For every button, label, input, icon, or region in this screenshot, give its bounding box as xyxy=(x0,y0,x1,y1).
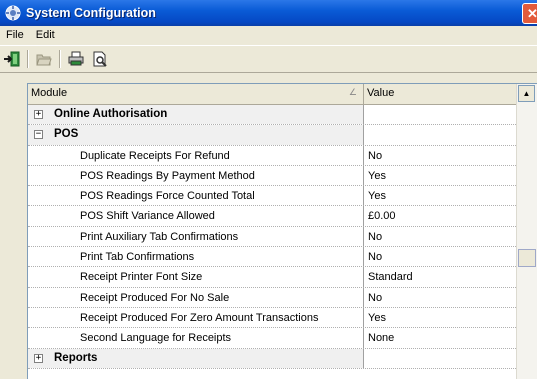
setting-row[interactable]: Second Language for Receipts None xyxy=(28,328,518,349)
module-cell: POS Shift Variance Allowed xyxy=(28,206,364,226)
group-label: POS xyxy=(54,128,79,141)
menu-bar: File Edit xyxy=(0,26,537,44)
setting-value[interactable]: Yes xyxy=(364,308,518,327)
setting-name: POS Readings Force Counted Total xyxy=(80,190,255,203)
group-row-online-authorisation[interactable]: + Online Authorisation xyxy=(28,105,518,126)
setting-name: Print Auxiliary Tab Confirmations xyxy=(80,230,239,243)
setting-value[interactable]: No xyxy=(364,247,518,266)
app-icon xyxy=(5,5,21,21)
setting-row[interactable]: POS Readings Force Counted Total Yes xyxy=(28,186,518,207)
print-preview-button[interactable] xyxy=(88,48,112,70)
setting-row[interactable]: POS Readings By Payment Method Yes xyxy=(28,165,518,187)
group-row-pos[interactable]: − POS xyxy=(28,125,518,146)
module-cell: + Reports xyxy=(28,348,364,368)
system-configuration-window: System Configuration ✕ File Edit Module … xyxy=(0,0,537,379)
setting-row[interactable]: Receipt Produced For Zero Amount Transac… xyxy=(28,307,518,329)
setting-value[interactable]: No xyxy=(364,288,518,307)
module-cell: Second Language for Receipts xyxy=(28,328,364,348)
sort-indicator-icon: ∠ xyxy=(348,87,357,97)
module-cell: POS Readings By Payment Method xyxy=(28,165,364,186)
setting-value[interactable]: No xyxy=(364,227,518,246)
column-header-module[interactable]: Module ∠ xyxy=(28,84,364,104)
toolbar xyxy=(0,45,537,73)
value-cell xyxy=(364,105,518,125)
print-button[interactable] xyxy=(64,48,88,70)
setting-name: Receipt Printer Font Size xyxy=(80,271,203,284)
scroll-up-button[interactable]: ▲ xyxy=(518,85,535,102)
exit-icon xyxy=(4,51,20,67)
module-cell: Print Tab Confirmations xyxy=(28,247,364,267)
print-icon xyxy=(68,51,84,66)
setting-value[interactable]: £0.00 xyxy=(364,206,518,225)
setting-value[interactable]: None xyxy=(364,328,518,347)
setting-row[interactable]: Receipt Produced For No Sale No xyxy=(28,287,518,308)
setting-name: Second Language for Receipts xyxy=(80,332,232,345)
group-row-reports[interactable]: + Reports xyxy=(28,348,518,369)
print-preview-icon xyxy=(93,51,107,67)
setting-value[interactable]: Standard xyxy=(364,267,518,286)
setting-row[interactable]: Receipt Printer Font Size Standard xyxy=(28,267,518,288)
setting-name: Duplicate Receipts For Refund xyxy=(80,149,230,162)
module-cell: − POS xyxy=(28,125,364,145)
group-label: Online Authorisation xyxy=(54,108,168,120)
group-label: Reports xyxy=(54,351,98,364)
toolbar-separator xyxy=(27,50,29,68)
expand-icon[interactable]: + xyxy=(34,110,43,119)
setting-name: Print Tab Confirmations xyxy=(80,251,195,264)
column-header-module-label: Module xyxy=(31,87,68,99)
column-header-value[interactable]: Value xyxy=(364,84,518,104)
window-title: System Configuration xyxy=(26,6,156,20)
menu-edit[interactable]: Edit xyxy=(30,29,61,41)
value-cell xyxy=(364,348,518,368)
grid-header: Module ∠ Value xyxy=(28,84,518,105)
setting-value[interactable]: Yes xyxy=(364,166,518,185)
module-cell: Receipt Produced For No Sale xyxy=(28,287,364,307)
setting-value[interactable]: Yes xyxy=(364,186,518,205)
grid-rows: + Online Authorisation − POS Duplicate R… xyxy=(28,105,518,369)
toolbar-separator xyxy=(59,50,61,68)
module-cell: Receipt Printer Font Size xyxy=(28,267,364,287)
setting-row[interactable]: Print Tab Confirmations No xyxy=(28,247,518,268)
value-cell xyxy=(364,125,518,145)
expand-icon[interactable]: + xyxy=(34,353,43,363)
scroll-thumb[interactable] xyxy=(518,249,536,267)
setting-name: Receipt Produced For No Sale xyxy=(80,291,230,304)
collapse-icon[interactable]: − xyxy=(34,130,43,140)
folder-open-icon xyxy=(36,54,52,66)
module-cell: POS Readings Force Counted Total xyxy=(28,186,364,206)
vertical-scrollbar[interactable]: ▲ xyxy=(516,84,537,379)
setting-row[interactable]: POS Shift Variance Allowed £0.00 xyxy=(28,206,518,227)
module-cell: Receipt Produced For Zero Amount Transac… xyxy=(28,307,364,328)
module-cell: Duplicate Receipts For Refund xyxy=(28,145,364,165)
module-cell: Print Auxiliary Tab Confirmations xyxy=(28,226,364,247)
setting-row[interactable]: Duplicate Receipts For Refund No xyxy=(28,145,518,166)
setting-row[interactable]: Print Auxiliary Tab Confirmations No xyxy=(28,226,518,248)
setting-name: POS Readings By Payment Method xyxy=(80,169,255,182)
setting-name: POS Shift Variance Allowed xyxy=(80,210,215,223)
exit-button[interactable] xyxy=(0,48,24,70)
configuration-grid: Module ∠ Value + Online Authorisation − … xyxy=(27,83,537,379)
setting-value[interactable]: No xyxy=(364,146,518,165)
module-cell: + Online Authorisation xyxy=(28,105,364,125)
open-button[interactable] xyxy=(32,48,56,70)
column-header-value-label: Value xyxy=(367,87,395,99)
menu-file[interactable]: File xyxy=(0,29,30,41)
title-bar[interactable]: System Configuration ✕ xyxy=(0,0,537,26)
close-button[interactable]: ✕ xyxy=(522,3,537,24)
setting-name: Receipt Produced For Zero Amount Transac… xyxy=(80,311,319,324)
